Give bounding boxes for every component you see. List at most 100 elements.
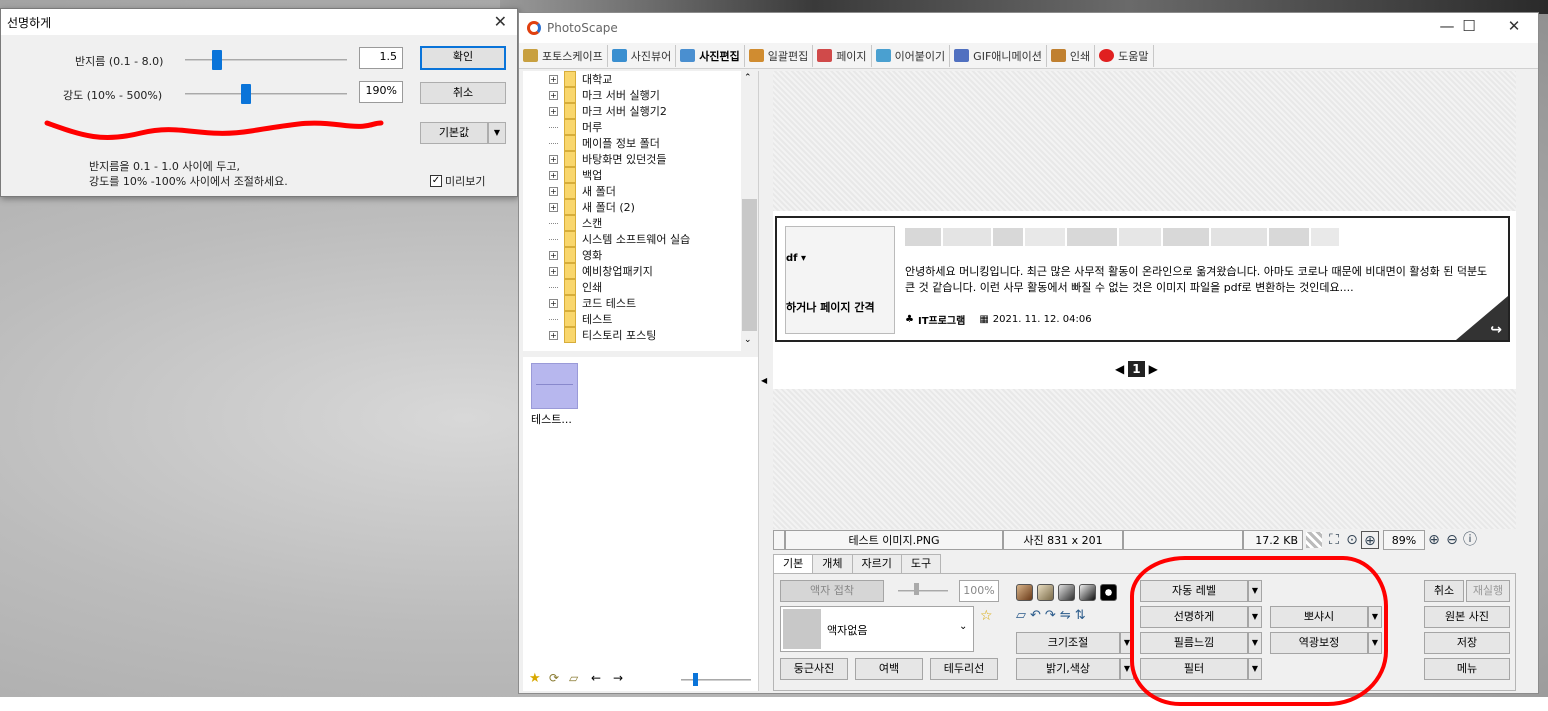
expand-icon[interactable]: + bbox=[549, 90, 558, 100]
expand-icon[interactable]: + bbox=[549, 298, 558, 308]
tree-folder-item[interactable]: + 코드 테스트 bbox=[549, 295, 636, 311]
tone-warm-icon[interactable] bbox=[1037, 584, 1054, 601]
expand-icon[interactable]: + bbox=[549, 154, 558, 164]
margin-button[interactable]: 여백 bbox=[855, 658, 923, 680]
expand-icon[interactable]: + bbox=[549, 106, 558, 116]
collapse-left-icon[interactable]: ◀ bbox=[761, 376, 767, 385]
border-button[interactable]: 테두리선 bbox=[930, 658, 998, 680]
tab-editor[interactable]: 사진편집 bbox=[676, 44, 745, 67]
default-button[interactable]: 기본값 bbox=[420, 122, 488, 144]
redo-button[interactable]: 재실행 bbox=[1466, 580, 1510, 602]
default-dropdown-icon[interactable]: ▼ bbox=[488, 122, 506, 144]
tab-print[interactable]: 인쇄 bbox=[1047, 44, 1096, 67]
tree-folder-item[interactable]: + 새 폴더 (2) bbox=[549, 199, 635, 215]
subtab-tools[interactable]: 도구 bbox=[900, 554, 942, 574]
tree-folder-item[interactable]: 인쇄 bbox=[549, 279, 602, 295]
menu-button[interactable]: 메뉴 bbox=[1424, 658, 1510, 680]
tree-folder-item[interactable]: + 백업 bbox=[549, 167, 602, 183]
tab-viewer[interactable]: 사진뷰어 bbox=[608, 44, 677, 67]
flip-vertical-icon[interactable]: ⇅ bbox=[1075, 608, 1086, 623]
prev-page-icon[interactable]: ◀ bbox=[1115, 362, 1124, 376]
tab-combine[interactable]: 이어붙이기 bbox=[872, 44, 951, 67]
expand-icon[interactable]: + bbox=[549, 186, 558, 196]
expand-icon[interactable]: + bbox=[549, 250, 558, 260]
zoom-fit-icon[interactable]: ⊕ bbox=[1361, 531, 1379, 549]
thumb-size-slider[interactable] bbox=[681, 679, 751, 681]
folder-open-icon[interactable]: ▱ bbox=[569, 671, 578, 685]
star-icon[interactable]: ★ bbox=[529, 671, 541, 686]
info-icon[interactable]: ⓘ bbox=[1461, 531, 1479, 549]
frame-slider-thumb[interactable] bbox=[914, 583, 919, 595]
checker-bg-icon[interactable] bbox=[1306, 532, 1322, 548]
maximize-icon[interactable]: ☐ bbox=[1449, 17, 1489, 35]
photo-icon[interactable]: ▱ bbox=[1016, 608, 1026, 623]
frame-paste-button[interactable]: 액자 접착 bbox=[780, 580, 884, 602]
scroll-down-icon[interactable]: ⌄ bbox=[744, 335, 752, 345]
tone-negative-icon[interactable] bbox=[1100, 584, 1117, 601]
original-photo-button[interactable]: 원본 사진 bbox=[1424, 606, 1510, 628]
expand-icon[interactable]: + bbox=[549, 170, 558, 180]
frame-select[interactable]: 액자없음 ⌄ bbox=[780, 606, 974, 652]
subtab-object[interactable]: 개체 bbox=[812, 554, 853, 574]
window-close-icon[interactable]: ✕ bbox=[1494, 17, 1534, 35]
frame-percent-input[interactable]: 100% bbox=[959, 580, 999, 602]
strength-value-input[interactable]: 190% bbox=[359, 81, 403, 103]
undo-button[interactable]: 취소 bbox=[1424, 580, 1464, 602]
tree-folder-item[interactable]: + 대학교 bbox=[549, 71, 612, 87]
rotate-right-icon[interactable]: ↷ bbox=[1045, 608, 1056, 623]
flip-horizontal-icon[interactable]: ⇋ bbox=[1060, 608, 1071, 623]
preview-checkbox[interactable]: ✓ bbox=[430, 175, 442, 187]
fit-screen-icon[interactable]: ⛶ bbox=[1325, 531, 1343, 549]
resize-button[interactable]: 크기조절 bbox=[1016, 632, 1120, 654]
expand-icon[interactable]: + bbox=[549, 266, 558, 276]
rotate-icon[interactable]: ⟳ bbox=[549, 671, 559, 685]
back-arrow-icon[interactable]: ← bbox=[591, 671, 601, 685]
zoom-in-icon[interactable]: ⊕ bbox=[1425, 531, 1443, 549]
radius-slider-thumb[interactable] bbox=[212, 50, 222, 70]
cancel-button[interactable]: 취소 bbox=[420, 82, 506, 104]
tree-folder-item[interactable]: 스캔 bbox=[549, 215, 602, 231]
tree-folder-item[interactable]: + 마크 서버 실행기 bbox=[549, 87, 660, 103]
thumbnail-label[interactable]: 테스트... bbox=[531, 411, 572, 427]
thumbnail-image[interactable] bbox=[531, 363, 578, 409]
next-page-icon[interactable]: ▶ bbox=[1149, 362, 1158, 376]
tone-gray-icon[interactable] bbox=[1058, 584, 1075, 601]
forward-arrow-icon[interactable]: → bbox=[613, 671, 623, 685]
expand-icon[interactable]: + bbox=[549, 330, 558, 340]
radius-value-input[interactable]: 1.5 bbox=[359, 47, 403, 69]
subtab-basic[interactable]: 기본 bbox=[773, 554, 814, 574]
splitter[interactable]: ◀ bbox=[758, 71, 770, 691]
tree-folder-item[interactable]: + 새 폴더 bbox=[549, 183, 616, 199]
tree-scrollbar[interactable]: ⌃ ⌄ bbox=[741, 71, 758, 351]
tone-bw-icon[interactable] bbox=[1079, 584, 1096, 601]
subtab-crop[interactable]: 자르기 bbox=[851, 554, 902, 574]
tree-folder-item[interactable]: + 마크 서버 실행기2 bbox=[549, 103, 667, 119]
tree-folder-item[interactable]: + 티스토리 포스팅 bbox=[549, 327, 656, 343]
save-button[interactable]: 저장 bbox=[1424, 632, 1510, 654]
brightness-button[interactable]: 밝기,색상 bbox=[1016, 658, 1120, 680]
tab-page[interactable]: 페이지 bbox=[813, 44, 872, 67]
tree-folder-item[interactable]: 테스트 bbox=[549, 311, 612, 327]
tree-folder-item[interactable]: 메이플 정보 폴더 bbox=[549, 135, 660, 151]
tab-help[interactable]: 도움말 bbox=[1095, 44, 1154, 67]
current-page[interactable]: 1 bbox=[1128, 361, 1145, 377]
expand-icon[interactable]: + bbox=[549, 74, 558, 84]
strength-slider-thumb[interactable] bbox=[241, 84, 251, 104]
ok-button[interactable]: 확인 bbox=[420, 46, 506, 70]
radius-slider[interactable] bbox=[185, 49, 347, 71]
close-icon[interactable]: ✕ bbox=[494, 12, 507, 31]
tone-sepia-icon[interactable] bbox=[1016, 584, 1033, 601]
preview-checkbox-group[interactable]: ✓ 미리보기 bbox=[430, 173, 485, 189]
frame-slider[interactable] bbox=[898, 590, 948, 592]
tree-folder-item[interactable]: + 영화 bbox=[549, 247, 602, 263]
tab-batch[interactable]: 일괄편집 bbox=[745, 44, 814, 67]
round-photo-button[interactable]: 둥근사진 bbox=[780, 658, 848, 680]
tree-folder-item[interactable]: + 바탕화면 있던것들 bbox=[549, 151, 666, 167]
tree-folder-item[interactable]: 시스템 소프트웨어 실습 bbox=[549, 231, 690, 247]
strength-slider[interactable] bbox=[185, 83, 347, 105]
zoom-out-icon[interactable]: ⊖ bbox=[1443, 531, 1461, 549]
tree-folder-item[interactable]: + 예비창업패키지 bbox=[549, 263, 653, 279]
scroll-up-icon[interactable]: ⌃ bbox=[744, 73, 752, 83]
zoom-actual-icon[interactable]: ⊙ bbox=[1343, 531, 1361, 549]
thumb-size-slider-thumb[interactable] bbox=[693, 673, 698, 686]
